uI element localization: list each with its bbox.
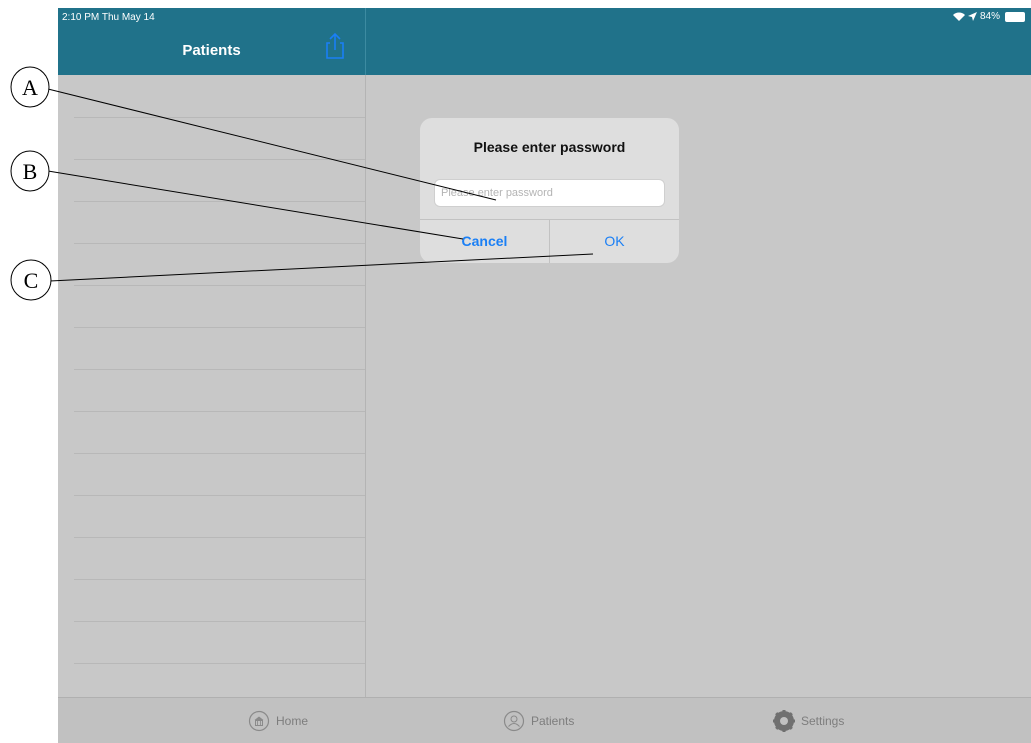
callout-c: C: [10, 253, 594, 301]
callout-label: B: [23, 159, 38, 184]
callout-label: A: [22, 75, 38, 100]
callout-a: A: [10, 66, 497, 201]
annotation-overlay: A B C: [10, 66, 594, 301]
callout-b: B: [10, 150, 464, 240]
callout-label: C: [24, 268, 39, 293]
